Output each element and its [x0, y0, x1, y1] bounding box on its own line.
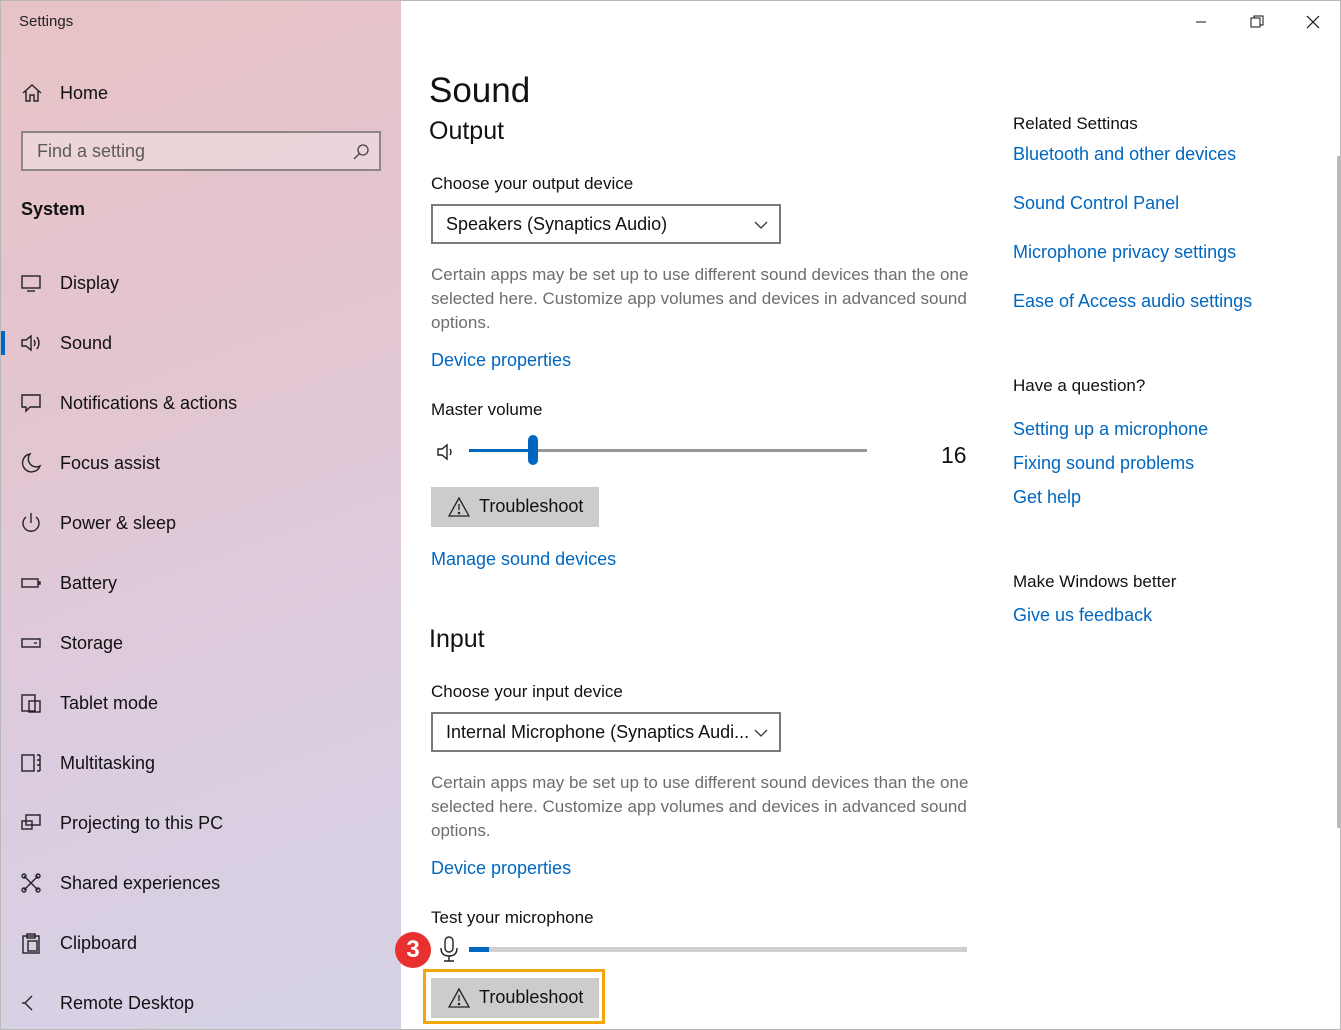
- sidebar-item-label: Sound: [60, 332, 113, 353]
- search-input[interactable]: [23, 133, 343, 169]
- manage-sound-devices-link[interactable]: Manage sound devices: [431, 549, 616, 570]
- microphone-level-fill: [469, 947, 489, 952]
- warning-icon: [448, 496, 470, 517]
- monitor-icon: [21, 275, 41, 292]
- page-title: Sound: [429, 71, 531, 110]
- output-troubleshoot-button[interactable]: Troubleshoot: [431, 487, 599, 527]
- sidebar-item-storage[interactable]: Storage: [1, 613, 401, 673]
- settings-window: Settings Home System Display: [0, 0, 1341, 1030]
- sidebar-item-label: Tablet mode: [60, 692, 159, 713]
- troubleshoot-label: Troubleshoot: [479, 496, 584, 516]
- input-description: Certain apps may be set up to use differ…: [431, 773, 969, 840]
- help-link-microphone[interactable]: Setting up a microphone: [1013, 419, 1208, 440]
- sidebar-item-label: Multitasking: [60, 752, 156, 773]
- give-feedback-link[interactable]: Give us feedback: [1013, 605, 1152, 626]
- sidebar-item-label: Power & sleep: [60, 512, 177, 533]
- power-icon: [22, 513, 40, 532]
- step-badge: 3: [395, 932, 431, 968]
- related-settings-heading: Related Settings: [1013, 114, 1138, 129]
- search-icon[interactable]: [351, 142, 371, 162]
- highlight-box: [423, 969, 605, 1024]
- sidebar-item-label: Projecting to this PC: [60, 812, 224, 833]
- sidebar-item-projecting[interactable]: Projecting to this PC: [1, 793, 401, 853]
- output-device-label: Choose your output device: [431, 174, 634, 193]
- section-heading: System: [21, 199, 86, 219]
- sidebar: Settings Home System Display: [1, 1, 401, 1029]
- help-link-get-help[interactable]: Get help: [1013, 487, 1081, 508]
- help-link-sound-problems[interactable]: Fixing sound problems: [1013, 453, 1194, 474]
- battery-icon: [21, 578, 41, 588]
- sidebar-item-display[interactable]: Display: [1, 253, 401, 313]
- sidebar-item-focus-assist[interactable]: Focus assist: [1, 433, 401, 493]
- projecting-icon: [21, 814, 41, 830]
- input-device-dropdown[interactable]: Internal Microphone (Synaptics Audi...: [431, 712, 781, 752]
- sidebar-item-remote-desktop[interactable]: Remote Desktop: [1, 973, 401, 1029]
- master-volume-label: Master volume: [431, 400, 543, 419]
- sidebar-item-label: Clipboard: [60, 932, 138, 953]
- moon-icon: [21, 452, 42, 473]
- minimize-control[interactable]: [1173, 1, 1229, 43]
- output-device-value: Speakers (Synaptics Audio): [446, 214, 668, 234]
- chevron-down-icon: [754, 729, 768, 737]
- chevron-down-icon: [754, 221, 768, 229]
- related-link-ease-of-access[interactable]: Ease of Access audio settings: [1013, 291, 1252, 312]
- remote-desktop-icon: [22, 995, 33, 1011]
- sidebar-home-label: Home: [60, 82, 109, 103]
- make-windows-better-heading: Make Windows better: [1013, 572, 1177, 591]
- multitasking-icon: [21, 754, 41, 772]
- clipboard-icon: [22, 933, 40, 954]
- test-microphone-label: Test your microphone: [431, 908, 594, 927]
- speaker-icon: [21, 334, 40, 352]
- app-title: Settings: [19, 13, 74, 30]
- output-device-dropdown[interactable]: Speakers (Synaptics Audio): [431, 204, 781, 244]
- output-device-properties-link[interactable]: Device properties: [431, 350, 571, 371]
- sidebar-item-shared-experiences[interactable]: Shared experiences: [1, 853, 401, 913]
- maximize-button[interactable]: [1229, 1, 1285, 43]
- input-heading: Input: [429, 625, 485, 653]
- sidebar-item-clipboard[interactable]: Clipboard: [1, 913, 401, 973]
- restore-icon: [1250, 15, 1264, 28]
- sidebar-item-power-sleep[interactable]: Power & sleep: [1, 493, 401, 553]
- sidebar-item-label: Notifications & actions: [60, 392, 238, 413]
- microphone-icon: [440, 936, 458, 962]
- sidebar-item-label: Focus assist: [60, 452, 161, 473]
- sidebar-item-battery[interactable]: Battery: [1, 553, 401, 613]
- volume-slider-fill: [469, 449, 533, 452]
- microphone-level-track: [469, 947, 967, 952]
- sidebar-item-label: Storage: [60, 632, 124, 653]
- scrollbar[interactable]: [1337, 156, 1340, 828]
- related-link-bluetooth[interactable]: Bluetooth and other devices: [1013, 144, 1236, 165]
- minimize-line-icon: [1196, 21, 1206, 23]
- close-button[interactable]: [1285, 1, 1340, 43]
- sidebar-item-sound[interactable]: Sound: [1, 313, 401, 373]
- shared-icon: [21, 873, 41, 893]
- related-link-sound-control-panel[interactable]: Sound Control Panel: [1013, 193, 1179, 214]
- related-link-microphone-privacy[interactable]: Microphone privacy settings: [1013, 242, 1236, 263]
- sidebar-home[interactable]: Home: [1, 71, 401, 115]
- output-heading: Output: [429, 117, 505, 145]
- notification-icon: [21, 394, 41, 413]
- input-device-properties-link[interactable]: Device properties: [431, 858, 571, 879]
- sidebar-item-label: Remote Desktop: [60, 992, 195, 1013]
- search-box[interactable]: [21, 131, 381, 171]
- volume-value: 16: [941, 442, 967, 468]
- sidebar-item-label: Display: [60, 272, 120, 293]
- question-heading: Have a question?: [1013, 376, 1146, 395]
- input-device-label: Choose your input device: [431, 682, 623, 701]
- sidebar-item-label: Shared experiences: [60, 872, 221, 893]
- home-icon: [22, 84, 42, 102]
- volume-slider-thumb[interactable]: [527, 435, 538, 465]
- sidebar-item-notifications[interactable]: Notifications & actions: [1, 373, 401, 433]
- storage-icon: [21, 638, 41, 648]
- volume-icon[interactable]: [436, 441, 458, 463]
- sidebar-item-multitasking[interactable]: Multitasking: [1, 733, 401, 793]
- tablet-mode-icon: [21, 694, 41, 713]
- sidebar-nav: Display Sound Notifications & actions Fo…: [1, 253, 401, 1029]
- input-device-value: Internal Microphone (Synaptics Audi...: [446, 722, 750, 742]
- output-description: Certain apps may be set up to use differ…: [431, 265, 969, 332]
- close-icon: [1306, 15, 1320, 29]
- sidebar-item-label: Battery: [60, 572, 118, 593]
- sidebar-item-tablet-mode[interactable]: Tablet mode: [1, 673, 401, 733]
